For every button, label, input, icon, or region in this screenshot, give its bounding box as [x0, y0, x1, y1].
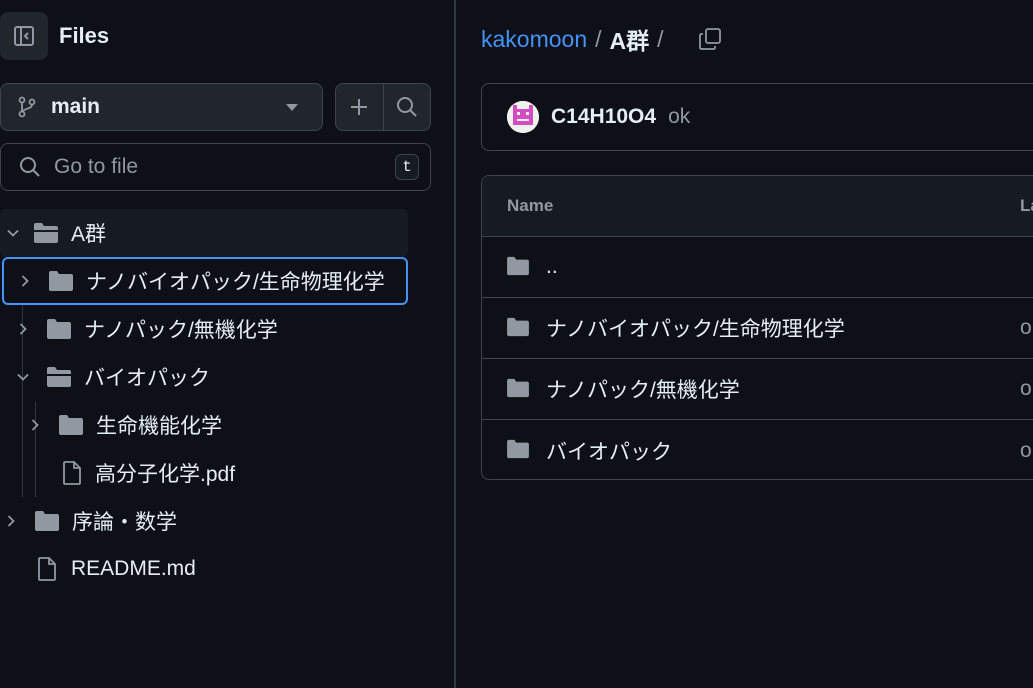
- tree-item-label: ナノパック/無機化学: [84, 319, 278, 342]
- chevron-right-icon: [4, 514, 18, 528]
- chevron-right-icon: [28, 418, 42, 432]
- main-content: kakomoon / A群 / C14H10O4 ok Name L .. ナノ…: [458, 0, 1033, 688]
- search-button[interactable]: [382, 84, 430, 130]
- tree-item-label: バイオパック: [84, 367, 210, 390]
- table-row[interactable]: ナノバイオパック/生命物理化学 ok: [482, 298, 1033, 359]
- tree-item-nanobio-pack[interactable]: ナノバイオパック/生命物理化学: [2, 257, 408, 305]
- breadcrumb: kakomoon / A群 /: [481, 22, 722, 56]
- tree-actions: [335, 83, 431, 131]
- folder-open-icon: [33, 222, 59, 244]
- search-icon: [20, 157, 40, 177]
- folder-icon: [506, 317, 530, 343]
- add-file-button[interactable]: [336, 84, 383, 130]
- tree-item-label: A群: [71, 223, 107, 246]
- chevron-down-icon: [6, 226, 20, 240]
- keyboard-shortcut-badge: t: [395, 154, 419, 180]
- plus-icon: [351, 99, 368, 115]
- tree-item-label: 序論・数学: [72, 511, 177, 534]
- chevron-down-icon: [16, 370, 30, 384]
- file-table: Name La .. ナノバイオパック/生命物理化学 ok ナノパック/無機化学…: [481, 175, 1033, 480]
- tree-item-bio-function-chem[interactable]: 生命機能化学: [0, 401, 408, 449]
- copy-path-button[interactable]: [698, 27, 722, 51]
- column-header-name: Name: [507, 196, 554, 215]
- tree-item-intro-math[interactable]: 序論・数学: [0, 497, 408, 545]
- folder-icon: [34, 510, 60, 532]
- folder-open-icon: [46, 366, 72, 388]
- table-header: Name La: [482, 176, 1033, 237]
- table-row[interactable]: ナノパック/無機化学 ok: [482, 359, 1033, 420]
- tree-item-a-group[interactable]: A群: [0, 209, 408, 257]
- copy-icon: [698, 28, 721, 50]
- tree-item-bio-pack[interactable]: バイオパック: [0, 353, 408, 401]
- latest-commit-box: C14H10O4 ok: [481, 83, 1033, 151]
- breadcrumb-separator: /: [595, 25, 602, 52]
- folder-icon: [506, 439, 530, 465]
- breadcrumb-current: A群: [609, 28, 650, 54]
- row-name-link[interactable]: ナノバイオパック/生命物理化学: [546, 313, 845, 343]
- tree-item-label: README.md: [71, 557, 196, 580]
- go-to-file-placeholder: Go to file: [54, 155, 139, 178]
- row-commit-message[interactable]: ok: [1020, 439, 1033, 463]
- row-commit-message[interactable]: ok: [1020, 377, 1033, 401]
- row-commit-message[interactable]: ok: [1020, 316, 1033, 340]
- caret-down-icon: [286, 103, 298, 111]
- tree-item-label: 高分子化学.pdf: [95, 463, 236, 486]
- chevron-right-icon: [18, 274, 32, 288]
- breadcrumb-separator: /: [657, 25, 664, 52]
- search-icon: [396, 97, 417, 117]
- commit-message[interactable]: ok: [668, 105, 690, 129]
- table-row[interactable]: バイオパック ok: [482, 420, 1033, 479]
- row-name-link[interactable]: バイオパック: [546, 436, 672, 466]
- table-row[interactable]: ..: [482, 237, 1033, 298]
- folder-icon: [58, 414, 84, 436]
- chevron-right-icon: [16, 322, 30, 336]
- folder-icon: [506, 256, 530, 282]
- go-to-file-input[interactable]: Go to file t: [0, 143, 431, 191]
- folder-icon: [46, 318, 72, 340]
- folder-icon: [506, 378, 530, 404]
- branch-name: main: [51, 95, 101, 118]
- sidebar-title: Files: [59, 23, 110, 48]
- commit-author[interactable]: C14H10O4: [551, 105, 656, 129]
- tree-item-readme[interactable]: README.md: [0, 545, 408, 593]
- sidebar-header: Files: [0, 12, 109, 60]
- row-name-link[interactable]: ..: [546, 255, 558, 279]
- tree-item-polymer-pdf[interactable]: 高分子化学.pdf: [0, 449, 408, 497]
- avatar[interactable]: [507, 101, 539, 133]
- sidebar-collapse-icon: [14, 26, 34, 46]
- git-branch-icon: [18, 96, 36, 118]
- file-icon: [37, 557, 57, 581]
- tree-item-label: ナノバイオパック/生命物理化学: [86, 271, 385, 294]
- tree-item-nano-pack[interactable]: ナノパック/無機化学: [0, 305, 408, 353]
- file-tree-sidebar: Files main Go to file t A群 ナノバイオパック/生命物理…: [0, 0, 456, 688]
- folder-icon: [48, 270, 74, 292]
- row-name-link[interactable]: ナノパック/無機化学: [546, 374, 740, 404]
- branch-selector-button[interactable]: main: [0, 83, 323, 131]
- tree-item-label: 生命機能化学: [96, 415, 222, 438]
- collapse-sidebar-button[interactable]: [0, 12, 48, 60]
- column-header-last-commit: La: [1020, 196, 1033, 215]
- file-icon: [62, 461, 82, 485]
- breadcrumb-repo-link[interactable]: kakomoon: [481, 26, 587, 53]
